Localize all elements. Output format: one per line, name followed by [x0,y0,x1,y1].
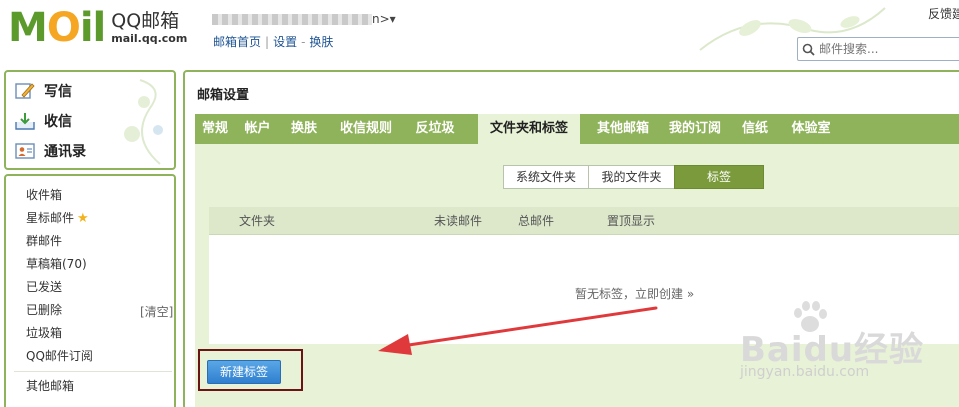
receive-button[interactable]: 收信 [14,108,72,134]
flower-decoration-icon [124,79,163,165]
folder-deleted[interactable]: 已删除 [26,300,62,320]
watermark-url: jingyan.baidu.com [740,364,870,380]
folder-drafts[interactable]: 草稿箱(70) [26,254,87,274]
nav-change-skin[interactable]: 换肤 [309,35,333,49]
folder-sent[interactable]: 已发送 [26,277,62,297]
header-nav: 邮箱首页 | 设置 - 换肤 [213,35,334,49]
page-title: 邮箱设置 [197,88,250,103]
blurred-account-name [212,14,372,25]
folder-spam[interactable]: 垃圾箱 [26,323,62,343]
search-icon [802,43,815,56]
settings-tabbar: 常规 帐户 换肤 收信规则 反垃圾 文件夹和标签 其他邮箱 我的订阅 信纸 体验… [195,114,959,144]
table-header: 文件夹 未读邮件 总邮件 置顶显示 [209,207,959,235]
pen-icon [15,83,35,99]
header: MOil QQ邮箱 mail.qq.com n>▾ 邮箱首页 | 设置 - 换肤 反馈建 [0,0,959,68]
folder-qq-subscription[interactable]: QQ邮件订阅 [26,346,93,366]
inbox-download-icon [15,113,35,130]
logo-mark: MOil [8,5,106,51]
tab-receive-rules[interactable]: 收信规则 [328,114,404,144]
contacts-button[interactable]: 通讯录 [14,138,86,164]
tab-account[interactable]: 帐户 [235,114,280,144]
folder-inbox[interactable]: 收件箱 [26,185,62,205]
app-url: mail.qq.com [111,32,188,45]
tab-skin[interactable]: 换肤 [280,114,328,144]
folder-group-mail[interactable]: 群邮件 [26,231,62,251]
col-unread: 未读邮件 [434,214,483,228]
contacts-icon [15,143,35,159]
red-arrow-icon [378,306,658,355]
star-icon: ★ [77,211,89,226]
tab-folders-and-tags[interactable]: 文件夹和标签 [478,114,580,144]
tab-general[interactable]: 常规 [195,114,235,144]
app-name: QQ邮箱 [111,10,180,32]
qq-mail-logo[interactable]: MOil QQ邮箱 mail.qq.com [8,8,187,48]
folder-starred[interactable]: 星标邮件 ★ [26,208,89,228]
col-pin: 置顶显示 [607,214,656,228]
tab-stationery[interactable]: 信纸 [735,114,775,144]
folder-other-mailboxes[interactable]: 其他邮箱 [26,376,74,396]
clear-deleted-link[interactable]: [清空] [140,303,173,320]
segment-system-folders[interactable]: 系统文件夹 [503,165,589,189]
new-tag-button[interactable]: 新建标签 [207,360,281,384]
col-total: 总邮件 [518,214,555,228]
sidebar-divider [14,371,172,372]
baidu-watermark: Baidu经验 jingyan.baidu.com [730,300,959,400]
folder-list: 收件箱 星标邮件 ★ 群邮件 草稿箱(70) 已发送 已删除 [清空] 垃圾箱 Q… [4,174,176,407]
segment-my-folders[interactable]: 我的文件夹 [588,165,675,189]
col-folder: 文件夹 [239,214,276,228]
tab-other-mailboxes[interactable]: 其他邮箱 [588,114,658,144]
search-box[interactable] [797,37,959,61]
compose-button[interactable]: 写信 [14,78,72,104]
sidebar-actions: 写信 收信 通讯录 [4,70,176,170]
tab-labs[interactable]: 体验室 [783,114,839,144]
create-tag-link[interactable]: 暂无标签，立即创建 » [575,285,694,302]
tab-my-subscriptions[interactable]: 我的订阅 [663,114,727,144]
tab-anti-spam[interactable]: 反垃圾 [404,114,466,144]
account-switcher[interactable]: n>▾ [212,12,396,26]
search-input[interactable] [819,42,959,56]
nav-settings[interactable]: 设置 [273,35,297,49]
nav-mail-home[interactable]: 邮箱首页 [213,35,261,49]
feedback-link[interactable]: 反馈建 [928,5,959,22]
segment-tags[interactable]: 标签 [674,165,764,189]
chevron-down-icon: ▾ [389,12,396,26]
